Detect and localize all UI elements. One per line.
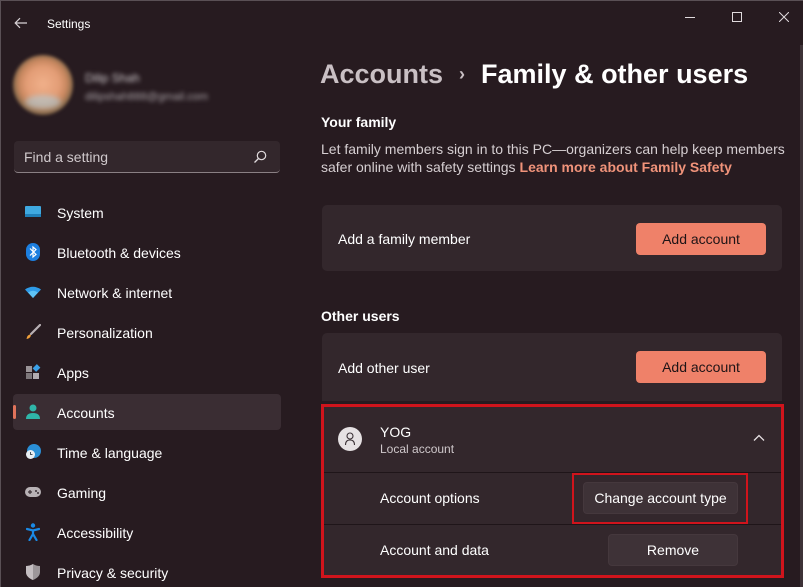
remove-account-button[interactable]: Remove xyxy=(608,534,738,566)
add-other-user-card: Add other user Add account xyxy=(322,333,782,401)
add-other-user-label: Add other user xyxy=(338,360,430,376)
minimize-icon xyxy=(685,17,695,18)
minimize-button[interactable] xyxy=(667,5,713,29)
brush-icon xyxy=(25,324,41,340)
maximize-button[interactable] xyxy=(714,5,760,29)
bluetooth-icon xyxy=(25,243,41,261)
chevron-right-icon: › xyxy=(459,64,466,84)
breadcrumb-parent[interactable]: Accounts xyxy=(320,59,443,90)
page-title: Family & other users xyxy=(481,59,749,89)
sidebar-item-privacy-security[interactable]: Privacy & security xyxy=(13,554,281,587)
sidebar-item-personalization[interactable]: Personalization xyxy=(13,314,281,350)
back-button[interactable] xyxy=(9,11,33,35)
wifi-icon xyxy=(25,284,41,300)
sidebar-item-label: Gaming xyxy=(57,485,107,501)
breadcrumb: Accounts › Family & other users xyxy=(320,59,748,90)
apps-icon xyxy=(25,364,41,380)
person-outline-icon xyxy=(344,432,356,446)
monitor-icon xyxy=(25,204,41,220)
account-data-label: Account and data xyxy=(380,542,489,558)
gamepad-icon xyxy=(25,484,41,500)
person-icon xyxy=(25,404,41,420)
sidebar-item-label: Network & internet xyxy=(57,285,173,301)
your-family-heading: Your family xyxy=(321,114,397,130)
settings-window: Settings Dilip Shah dilipshah888@gmail.c… xyxy=(0,0,803,587)
sidebar-item-network[interactable]: Network & internet xyxy=(13,274,281,310)
close-button[interactable] xyxy=(761,5,803,29)
sidebar-item-accessibility[interactable]: Accessibility xyxy=(13,514,281,550)
profile-name: Dilip Shah xyxy=(85,71,140,85)
sidebar-item-label: Accounts xyxy=(57,405,115,421)
user-expander-header[interactable]: YOG Local account xyxy=(322,405,782,472)
profile-avatar[interactable] xyxy=(13,55,73,115)
sidebar-item-label: Time & language xyxy=(57,445,163,461)
sidebar-item-accounts[interactable]: Accounts xyxy=(13,394,281,430)
profile-email: dilipshah888@gmail.com xyxy=(85,91,209,103)
account-options-label: Account options xyxy=(380,490,480,506)
sidebar-item-label: Bluetooth & devices xyxy=(57,245,181,261)
user-avatar xyxy=(338,427,362,451)
user-card-yog: YOG Local account Account options Change… xyxy=(322,405,782,577)
sidebar-item-label: Personalization xyxy=(57,325,153,341)
app-title: Settings xyxy=(47,17,91,31)
add-family-member-card: Add a family member Add account xyxy=(322,205,782,271)
sidebar-item-label: Privacy & security xyxy=(57,565,169,581)
sidebar-item-label: System xyxy=(57,205,104,221)
search-icon[interactable] xyxy=(252,149,268,165)
sidebar-item-label: Accessibility xyxy=(57,525,134,541)
sidebar-item-time-language[interactable]: Time & language xyxy=(13,434,281,470)
other-users-heading: Other users xyxy=(321,308,400,324)
maximize-icon xyxy=(732,12,742,22)
search-box xyxy=(14,141,280,173)
family-safety-link[interactable]: Learn more about Family Safety xyxy=(520,159,732,175)
close-icon xyxy=(779,12,789,22)
sidebar-item-label: Apps xyxy=(57,365,89,381)
shield-icon xyxy=(25,564,41,580)
add-family-account-button[interactable]: Add account xyxy=(636,223,766,255)
user-name: YOG xyxy=(380,424,412,440)
sidebar-nav: System Bluetooth & devices Network & int… xyxy=(13,194,281,587)
account-options-row: Account options Change account type xyxy=(322,472,782,524)
title-bar: Settings xyxy=(1,1,803,45)
add-family-member-label: Add a family member xyxy=(338,231,471,247)
accessibility-icon xyxy=(25,523,41,541)
back-arrow-icon xyxy=(14,17,27,29)
globe-clock-icon xyxy=(25,444,41,460)
sidebar-item-system[interactable]: System xyxy=(13,194,281,230)
change-account-type-button[interactable]: Change account type xyxy=(583,482,738,514)
sidebar-item-gaming[interactable]: Gaming xyxy=(13,474,281,510)
search-input[interactable] xyxy=(14,148,244,165)
account-data-row: Account and data Remove xyxy=(322,524,782,576)
add-other-account-button[interactable]: Add account xyxy=(636,351,766,383)
sidebar-item-apps[interactable]: Apps xyxy=(13,354,281,390)
user-account-type: Local account xyxy=(380,442,455,456)
sidebar-item-bluetooth[interactable]: Bluetooth & devices xyxy=(13,234,281,270)
chevron-up-icon[interactable] xyxy=(752,431,766,445)
family-description: Let family members sign in to this PC—or… xyxy=(321,140,791,176)
